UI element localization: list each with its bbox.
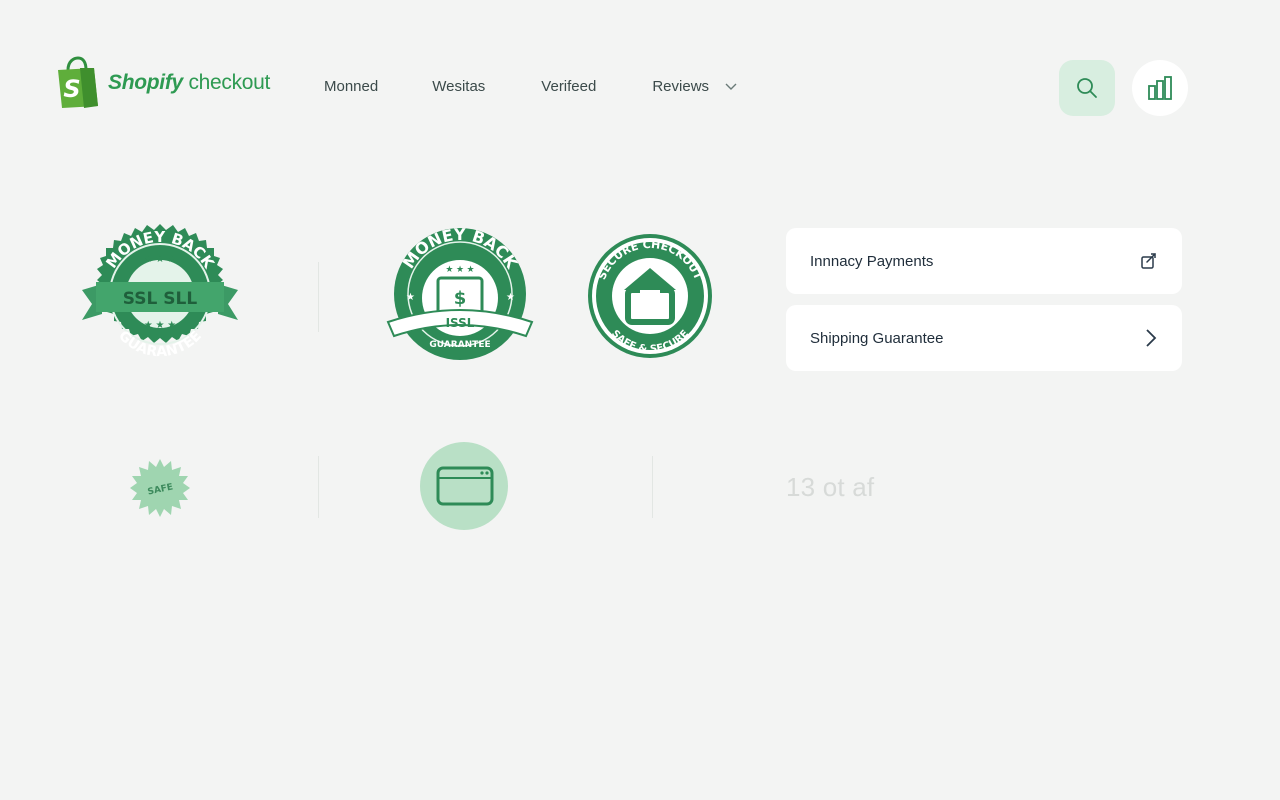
- nav-item-verifeed[interactable]: Verifeed: [541, 78, 596, 95]
- page: S Shopify checkout Monned Wesitas Verife…: [0, 0, 1280, 800]
- badge1-middle: SSL SLL: [123, 289, 198, 309]
- stats-button[interactable]: [1132, 60, 1188, 116]
- small-starburst-badge: SAFE: [130, 459, 190, 517]
- svg-text:★: ★: [406, 292, 415, 303]
- money-back-guarantee-badge: ★ ★ ★ SSL SLL ★ ★ ★ MONEY BACK GUARANTEE: [82, 224, 238, 360]
- divider: [652, 456, 653, 518]
- svg-text:★ ★ ★: ★ ★ ★: [445, 264, 474, 274]
- main-nav: Monned Wesitas Verifeed Reviews: [324, 78, 737, 95]
- svg-text:★ ★ ★: ★ ★ ★: [144, 320, 176, 331]
- edit-box-icon: [1141, 253, 1156, 269]
- nav-item-wesitas[interactable]: Wesitas: [432, 78, 485, 95]
- brand-strong: Shopify: [108, 71, 183, 94]
- search-button[interactable]: [1059, 60, 1115, 116]
- bar-chart-icon: [1148, 76, 1172, 100]
- svg-text:S: S: [63, 75, 80, 103]
- brand-name: Shopify checkout: [108, 71, 270, 95]
- badge2-middle: ISSL: [446, 316, 475, 330]
- money-back-ssl-badge: ★ ★ ★ ★ ★ $ ISSL MONEY BACK GUARANTEE: [386, 226, 534, 360]
- shipping-guarantee-card[interactable]: Shipping Guarantee: [786, 305, 1182, 371]
- browser-window-icon: [420, 442, 508, 530]
- nav-item-reviews[interactable]: Reviews: [652, 78, 709, 95]
- chevron-right-icon: [1146, 329, 1157, 347]
- innacy-payments-card[interactable]: Innnacy Payments: [786, 228, 1182, 294]
- search-icon: [1077, 78, 1097, 98]
- shopify-logo[interactable]: S Shopify checkout: [54, 56, 270, 110]
- count-text: 13 ot af: [786, 472, 875, 502]
- svg-text:$: $: [454, 288, 467, 309]
- svg-text:★: ★: [506, 292, 515, 303]
- badge2-bottom: GUARANTEE: [429, 340, 490, 350]
- divider: [318, 456, 319, 518]
- divider: [318, 262, 319, 332]
- secure-checkout-badge: SECURE CHECKOUT SAFE & SECURE: [588, 234, 712, 358]
- card-label: Innnacy Payments: [810, 252, 934, 270]
- card-label: Shipping Guarantee: [810, 329, 944, 347]
- svg-text:★ ★ ★: ★ ★ ★: [144, 254, 176, 265]
- chevron-down-icon[interactable]: [725, 83, 737, 91]
- shopping-bag-icon: S: [58, 56, 98, 108]
- brand-light: checkout: [182, 71, 271, 94]
- nav-item-monned[interactable]: Monned: [324, 78, 378, 95]
